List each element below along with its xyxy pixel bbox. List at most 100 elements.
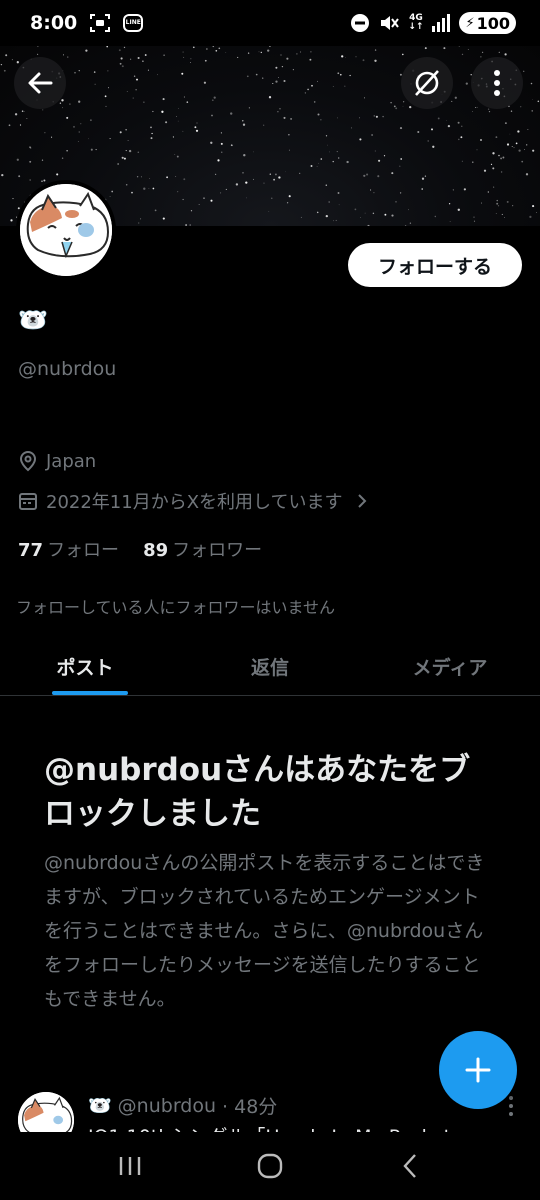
star-dot: [245, 181, 248, 184]
post-avatar[interactable]: [18, 1092, 74, 1132]
post-more-icon[interactable]: [504, 1094, 518, 1118]
star-dot: [111, 190, 114, 193]
tab-posts[interactable]: ポスト: [0, 638, 180, 695]
star-dot: [132, 97, 134, 99]
star-dot: [26, 118, 28, 119]
post-header: 🐻‍❄️ @nubrdou · 48分: [88, 1092, 277, 1119]
star-dot: [372, 212, 375, 215]
star-dot: [252, 178, 255, 180]
battery-indicator: ⚡ 100: [459, 12, 516, 34]
star-dot: [307, 88, 309, 91]
star-dot: [242, 123, 246, 126]
star-dot: [235, 183, 239, 186]
star-dot: [487, 108, 490, 110]
star-dot: [10, 219, 13, 222]
star-dot: [277, 110, 279, 113]
star-dot: [340, 73, 342, 76]
star-dot: [457, 121, 460, 124]
star-dot: [230, 112, 233, 115]
star-dot: [242, 171, 244, 174]
star-dot: [467, 49, 469, 50]
recent-apps-button[interactable]: [100, 1136, 160, 1196]
star-dot: [220, 132, 222, 134]
star-dot: [211, 114, 213, 117]
followers-link[interactable]: 89 フォロワー: [143, 536, 262, 562]
star-dot: [137, 151, 140, 153]
star-dot: [513, 147, 515, 149]
tab-media[interactable]: メディア: [360, 638, 540, 695]
star-dot: [279, 108, 281, 110]
profile-tabs: ポスト 返信 メディア: [0, 638, 540, 696]
star-dot: [89, 119, 92, 122]
star-dot: [344, 85, 346, 87]
star-dot: [152, 110, 154, 113]
star-dot: [532, 149, 535, 152]
joined-row[interactable]: 2022年11月からXを利用しています: [18, 488, 369, 514]
location-text: Japan: [46, 450, 97, 472]
star-dot: [77, 141, 79, 142]
star-dot: [133, 75, 136, 77]
star-dot: [274, 173, 277, 176]
star-dot: [454, 96, 457, 99]
followers-count: 89: [143, 540, 169, 561]
star-dot: [496, 199, 498, 202]
star-dot: [375, 115, 378, 118]
following-link[interactable]: 77 フォロー: [18, 536, 119, 562]
star-dot: [189, 62, 191, 63]
star-dot: [320, 158, 323, 160]
mute-icon: [378, 13, 400, 33]
post-time: · 48分: [222, 1096, 278, 1118]
home-button[interactable]: [240, 1136, 300, 1196]
more-vertical-icon: [494, 70, 500, 96]
star-dot: [127, 139, 129, 141]
star-dot: [421, 188, 424, 190]
star-dot: [62, 54, 65, 56]
star-dot: [174, 154, 176, 156]
star-dot: [290, 117, 293, 120]
star-dot: [480, 139, 482, 141]
profile-avatar[interactable]: [16, 180, 116, 280]
star-dot: [140, 176, 142, 178]
star-dot: [363, 174, 366, 177]
star-dot: [192, 46, 195, 49]
star-dot: [162, 98, 165, 101]
star-dot: [260, 51, 262, 54]
star-dot: [531, 110, 533, 112]
star-dot: [263, 124, 265, 126]
star-dot: [529, 215, 532, 219]
star-dot: [203, 81, 207, 84]
follow-button[interactable]: フォローする: [348, 243, 522, 287]
star-dot: [80, 123, 82, 125]
star-dot: [318, 162, 319, 164]
star-dot: [163, 54, 165, 56]
star-dot: [337, 72, 340, 75]
star-dot: [56, 173, 59, 176]
star-dot: [246, 197, 247, 199]
star-dot: [150, 137, 153, 140]
star-dot: [154, 209, 157, 212]
star-dot: [195, 129, 199, 132]
star-dot: [182, 198, 184, 201]
star-dot: [11, 59, 13, 61]
star-dot: [51, 136, 53, 138]
star-dot: [3, 69, 6, 72]
star-dot: [316, 211, 319, 214]
compose-post-button[interactable]: [439, 1031, 517, 1109]
star-dot: [401, 53, 404, 56]
grok-button[interactable]: [401, 57, 453, 109]
star-dot: [313, 101, 316, 103]
star-dot: [286, 202, 289, 204]
location-pin-icon: [19, 450, 37, 472]
star-dot: [391, 214, 394, 217]
back-nav-button[interactable]: [380, 1136, 440, 1196]
tab-replies[interactable]: 返信: [180, 638, 360, 695]
star-dot: [204, 59, 207, 62]
star-dot: [18, 175, 21, 178]
star-dot: [338, 157, 340, 159]
star-dot: [329, 151, 330, 153]
more-options-button[interactable]: [471, 57, 523, 109]
star-dot: [537, 100, 540, 103]
star-dot: [373, 191, 375, 194]
star-dot: [518, 149, 521, 152]
back-button[interactable]: [14, 57, 66, 109]
